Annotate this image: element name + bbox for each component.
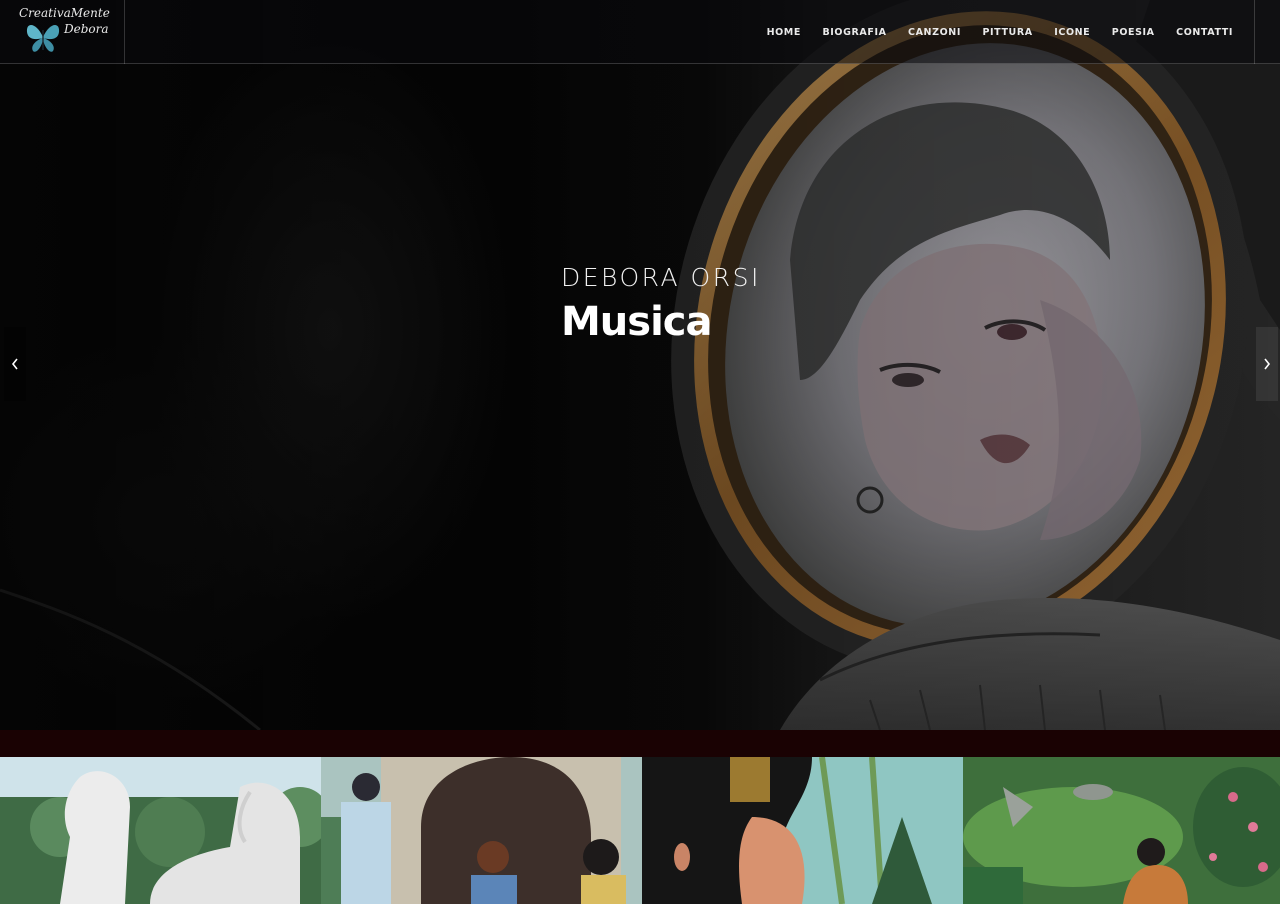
nav-poesia[interactable]: POESIA <box>1112 27 1155 38</box>
arch-women-painting-image <box>321 757 642 904</box>
nav-biografia[interactable]: BIOGRAFIA <box>822 27 886 38</box>
chevron-left-icon <box>11 358 18 370</box>
hero-slider: DEBORA ORSI Musica <box>0 0 1280 730</box>
logo-text-line2: Debora <box>64 22 109 36</box>
site-logo[interactable]: CreativaMente Debora <box>0 0 125 64</box>
gallery-item-garden-woman[interactable] <box>963 757 1280 904</box>
gallery-item-arch-women[interactable] <box>321 757 642 904</box>
nav-icone[interactable]: ICONE <box>1054 27 1090 38</box>
hero-subtitle: DEBORA ORSI <box>561 263 761 292</box>
painting-gallery <box>0 757 1280 904</box>
site-header: CreativaMente Debora HOME BIOGRAFIA CANZ… <box>0 0 1280 64</box>
header-divider <box>1254 0 1255 64</box>
garden-woman-painting-image <box>963 757 1280 904</box>
butterfly-icon <box>26 25 60 52</box>
hero-caption: DEBORA ORSI Musica <box>561 262 761 348</box>
section-divider-strip <box>0 730 1280 757</box>
hero-overlay <box>0 0 1280 730</box>
main-nav: HOME BIOGRAFIA CANZONI PITTURA ICONE POE… <box>745 0 1233 64</box>
chevron-right-icon <box>1264 358 1271 370</box>
slider-next-button[interactable] <box>1256 327 1278 401</box>
nav-pittura[interactable]: PITTURA <box>982 27 1032 38</box>
gallery-item-japanese-woman[interactable] <box>642 757 963 904</box>
nav-home[interactable]: HOME <box>767 27 801 38</box>
horses-painting-image <box>0 757 321 904</box>
nav-contatti[interactable]: CONTATTI <box>1176 27 1233 38</box>
japanese-woman-painting-image <box>642 757 963 904</box>
gallery-item-horses[interactable] <box>0 757 321 904</box>
nav-canzoni[interactable]: CANZONI <box>908 27 961 38</box>
logo-text-line1: CreativaMente <box>19 6 110 20</box>
slider-prev-button[interactable] <box>4 327 26 401</box>
hero-title: Musica <box>561 299 713 345</box>
